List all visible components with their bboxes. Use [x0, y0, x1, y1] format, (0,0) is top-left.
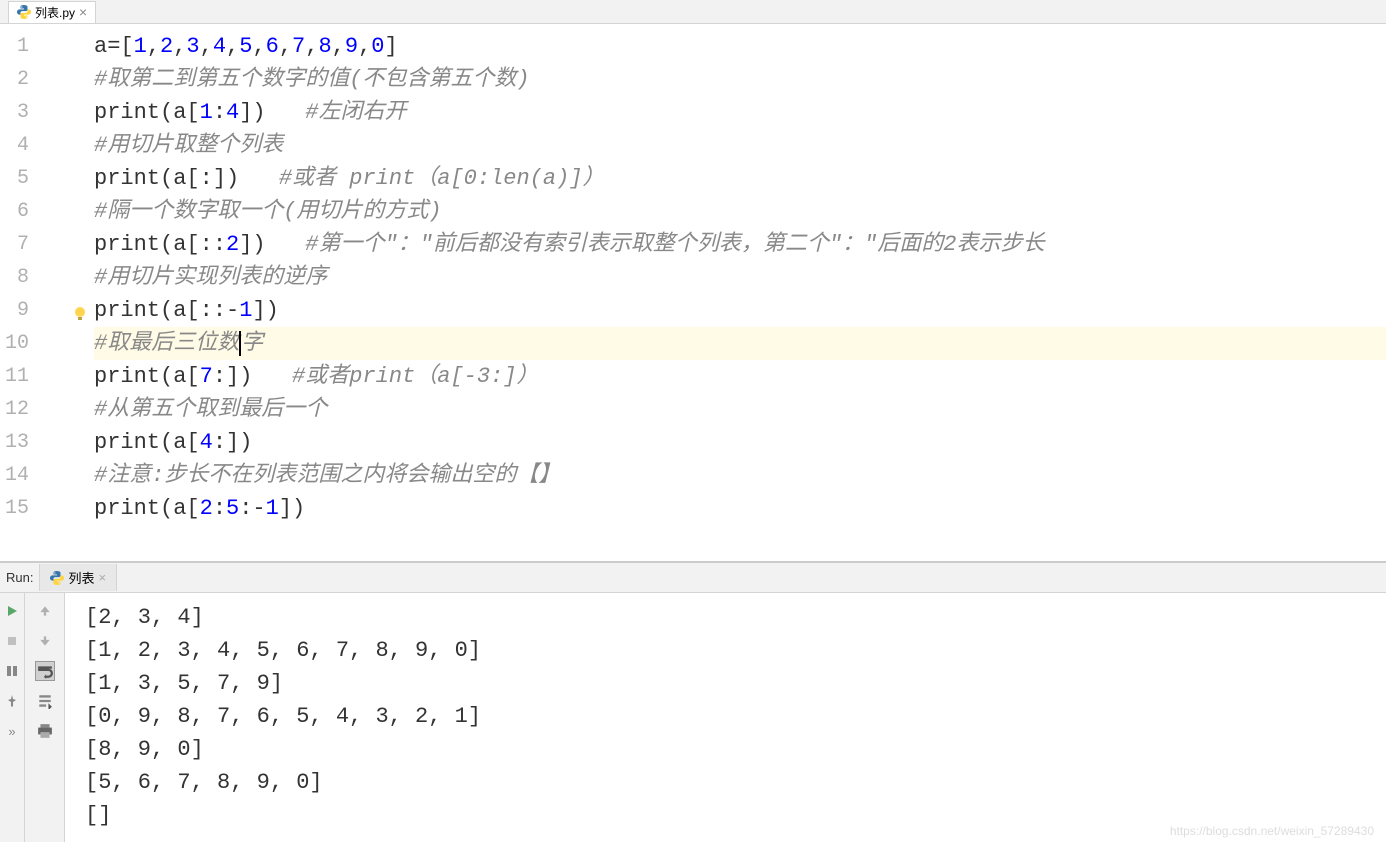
stop-button[interactable]	[2, 631, 22, 651]
line-number: 4	[0, 129, 57, 162]
code-line[interactable]: a=[1,2,3,4,5,6,7,8,9,0]	[94, 30, 1386, 63]
line-number: 2	[0, 63, 57, 96]
run-tool-window: Run: 列表 × »	[0, 562, 1386, 842]
line-number: 8	[0, 261, 57, 294]
line-gutter: 123456789101112131415	[0, 24, 58, 561]
run-toolbar-col2	[25, 593, 65, 842]
run-body: » [2, 3, 4][1, 2, 3, 4, 5, 6, 7, 8, 9, 0…	[0, 593, 1386, 842]
run-tab-name: 列表	[68, 568, 94, 587]
code-line[interactable]: print(a[1:4]) #左闭右开	[94, 96, 1386, 129]
output-line: [1, 3, 5, 7, 9]	[85, 667, 1366, 700]
soft-wrap-button[interactable]	[35, 661, 55, 681]
line-number: 13	[0, 426, 57, 459]
line-number: 9	[0, 294, 57, 327]
output-line: [1, 2, 3, 4, 5, 6, 7, 8, 9, 0]	[85, 634, 1366, 667]
editor-tab-bar: 列表.py ×	[0, 0, 1386, 24]
code-line[interactable]: #隔一个数字取一个(用切片的方式)	[94, 195, 1386, 228]
line-number: 3	[0, 96, 57, 129]
code-line[interactable]: #取第二到第五个数字的值(不包含第五个数)	[94, 63, 1386, 96]
layout-button[interactable]	[2, 661, 22, 681]
run-label: Run:	[0, 570, 39, 585]
code-line[interactable]: print(a[7:]) #或者print（a[-3:]）	[94, 360, 1386, 393]
intention-bulb-icon[interactable]	[72, 300, 88, 316]
rerun-button[interactable]	[2, 601, 22, 621]
close-icon[interactable]: ×	[79, 4, 87, 20]
line-number: 14	[0, 459, 57, 492]
code-content[interactable]: a=[1,2,3,4,5,6,7,8,9,0]#取第二到第五个数字的值(不包含第…	[58, 24, 1386, 561]
line-number: 11	[0, 360, 57, 393]
code-line[interactable]: print(a[::2]) #第一个"："前后都没有索引表示取整个列表，第二个"…	[94, 228, 1386, 261]
code-line[interactable]: #注意:步长不在列表范围之内将会输出空的【】	[94, 459, 1386, 492]
code-editor: 123456789101112131415 a=[1,2,3,4,5,6,7,8…	[0, 24, 1386, 562]
line-number: 6	[0, 195, 57, 228]
output-line: [8, 9, 0]	[85, 733, 1366, 766]
output-line: [0, 9, 8, 7, 6, 5, 4, 3, 2, 1]	[85, 700, 1366, 733]
scroll-up-button[interactable]	[35, 601, 55, 621]
code-line[interactable]: #用切片实现列表的逆序	[94, 261, 1386, 294]
code-line[interactable]: print(a[:]) #或者 print（a[0:len(a)]）	[94, 162, 1386, 195]
more-button[interactable]: »	[2, 721, 22, 741]
tab-filename: 列表.py	[35, 4, 75, 21]
line-number: 7	[0, 228, 57, 261]
run-header: Run: 列表 ×	[0, 563, 1386, 593]
console-output[interactable]: [2, 3, 4][1, 2, 3, 4, 5, 6, 7, 8, 9, 0][…	[65, 593, 1386, 842]
code-line[interactable]: print(a[::-1])	[94, 294, 1386, 327]
code-line[interactable]: print(a[2:5:-1])	[94, 492, 1386, 525]
python-file-icon	[50, 571, 64, 585]
code-line[interactable]: #取最后三位数字	[94, 327, 1386, 360]
code-line[interactable]: print(a[4:])	[94, 426, 1386, 459]
line-number: 15	[0, 492, 57, 525]
run-config-tab[interactable]: 列表 ×	[39, 564, 117, 591]
scroll-down-button[interactable]	[35, 631, 55, 651]
editor-tab[interactable]: 列表.py ×	[8, 1, 96, 23]
run-toolbar-left: »	[0, 593, 25, 842]
python-file-icon	[17, 5, 31, 19]
line-number: 5	[0, 162, 57, 195]
pin-button[interactable]	[2, 691, 22, 711]
scroll-to-end-button[interactable]	[35, 691, 55, 711]
close-icon[interactable]: ×	[98, 570, 106, 585]
output-line: [2, 3, 4]	[85, 601, 1366, 634]
line-number: 1	[0, 30, 57, 63]
print-button[interactable]	[35, 721, 55, 741]
watermark-text: https://blog.csdn.net/weixin_57289430	[1170, 824, 1374, 838]
code-line[interactable]: #从第五个取到最后一个	[94, 393, 1386, 426]
line-number: 12	[0, 393, 57, 426]
output-line: [5, 6, 7, 8, 9, 0]	[85, 766, 1366, 799]
code-line[interactable]: #用切片取整个列表	[94, 129, 1386, 162]
line-number: 10	[0, 327, 57, 360]
text-caret	[239, 331, 241, 356]
